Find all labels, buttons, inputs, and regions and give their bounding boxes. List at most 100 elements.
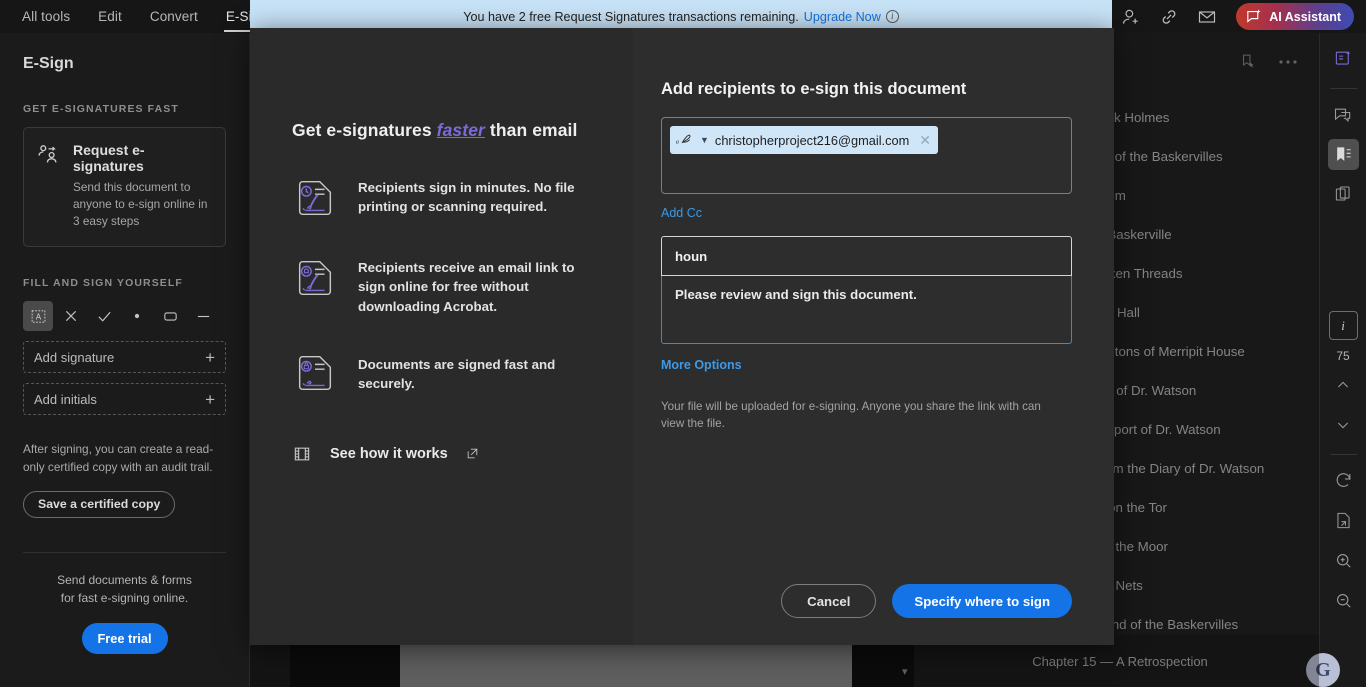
certified-copy-note: After signing, you can create a read-onl… (23, 442, 214, 474)
promo-item-text: Recipients sign in minutes. No file prin… (358, 180, 575, 215)
add-initials-label: Add initials (34, 391, 97, 407)
comment-icon[interactable] (1328, 99, 1359, 130)
video-icon (292, 444, 312, 464)
doc-lock-sign-icon (292, 350, 338, 396)
add-signature-label: Add signature (34, 349, 115, 365)
upload-disclaimer: Your file will be uploaded for e-signing… (661, 400, 1041, 431)
link-icon[interactable] (1158, 6, 1180, 28)
more-options-link[interactable]: More Options (661, 358, 742, 372)
modal-promo-panel: Get e-signatures faster than email Recip… (250, 28, 633, 645)
sidebar-divider (23, 551, 226, 553)
svg-text:a: a (676, 138, 679, 145)
rotate-icon[interactable] (1328, 465, 1359, 496)
subject-value: houn (675, 248, 708, 264)
request-signatures-icon (36, 142, 61, 230)
see-how-it-works-label: See how it works (330, 445, 448, 462)
tab-convert[interactable]: Convert (136, 0, 212, 33)
add-initials-row[interactable]: Add initials + (23, 383, 226, 416)
bookmark-panel-icon[interactable] (1327, 139, 1359, 170)
ai-assistant-button[interactable]: AI Assistant (1236, 3, 1354, 30)
e-sign-sidebar: E-Sign GET E-SIGNATURES FAST Request e-s… (0, 33, 250, 687)
tab-convert-label: Convert (149, 9, 198, 24)
external-link-icon (466, 447, 479, 460)
ai-assistant-panel-icon[interactable] (1328, 43, 1359, 74)
page-title: E-Sign (23, 55, 74, 72)
promo-heading-before: Get e-signatures (292, 120, 437, 140)
sidebar-promo-text: Send documents & forms for fast e-signin… (23, 571, 226, 607)
copy-pages-icon[interactable] (1328, 179, 1359, 210)
promo-line-1: Send documents & forms (57, 572, 192, 587)
promo-item-text: Documents are signed fast and securely. (358, 357, 556, 392)
acrobat-window: All tools Edit Convert E-Sign You have 2… (0, 0, 1366, 687)
properties-info-button[interactable]: i (1328, 311, 1358, 340)
fit-page-icon[interactable] (1328, 505, 1359, 536)
add-initials-plus-icon[interactable]: + (205, 391, 215, 408)
free-trial-button[interactable]: Free trial (81, 622, 168, 654)
recipients-input[interactable]: a ▼ christopherproject216@gmail.com ✕ (661, 117, 1072, 194)
modal-action-row: Cancel Specify where to sign (781, 584, 1072, 618)
rectangle-tool[interactable] (155, 301, 185, 331)
fill-sign-tool-row: A (23, 301, 226, 332)
add-cc-link[interactable]: Add Cc (661, 206, 702, 220)
rail-divider-top (1329, 88, 1357, 89)
specify-where-to-sign-button[interactable]: Specify where to sign (892, 584, 1072, 618)
promo-line-2: for fast e-signing online. (60, 590, 189, 605)
cancel-button[interactable]: Cancel (781, 584, 877, 618)
see-how-it-works-link[interactable]: See how it works (292, 444, 603, 464)
promo-heading-emphasis: faster (436, 120, 485, 140)
zoom-in-icon[interactable] (1328, 545, 1359, 576)
top-right-icon-cluster: AI Assistant (1120, 0, 1360, 33)
chevron-up-icon[interactable] (1328, 369, 1359, 400)
ai-assistant-label: AI Assistant (1269, 9, 1341, 24)
chevron-down-icon[interactable] (1328, 409, 1359, 440)
request-card-title: Request e-signatures (73, 142, 145, 174)
modal-form-panel: Add recipients to e-sign this document a… (633, 28, 1114, 645)
mail-icon[interactable] (1196, 6, 1218, 28)
request-card-subtitle: Send this document to anyone to e-sign o… (73, 180, 208, 229)
tab-edit-label: Edit (98, 9, 122, 24)
subject-input[interactable]: houn (661, 236, 1072, 276)
add-signature-plus-icon[interactable]: + (205, 349, 215, 366)
section-header-get-signatures: GET E-SIGNATURES FAST (23, 103, 179, 115)
signer-role-icon[interactable]: a (675, 133, 694, 148)
promo-item: Recipients sign in minutes. No file prin… (292, 175, 603, 221)
promo-heading-after: than email (484, 120, 578, 140)
svg-text:A: A (35, 312, 41, 321)
recipient-email: christopherproject216@gmail.com (714, 132, 910, 148)
doc-clock-sign-icon (292, 175, 338, 221)
promo-item: Documents are signed fast and securely. (292, 350, 603, 396)
tab-edit[interactable]: Edit (84, 0, 136, 33)
dot-tool[interactable] (122, 301, 152, 331)
tab-all-tools-label: All tools (22, 9, 71, 24)
add-signature-row[interactable]: Add signature + (23, 341, 226, 374)
message-input[interactable]: Please review and sign this document. (661, 276, 1072, 344)
right-rail: i 75 (1319, 33, 1366, 687)
section-header-fill-sign: FILL AND SIGN YOURSELF (23, 277, 183, 290)
modal-title: Add recipients to e-sign this document (661, 80, 967, 98)
remove-recipient-icon[interactable]: ✕ (919, 132, 931, 149)
recipient-chip[interactable]: a ▼ christopherproject216@gmail.com ✕ (670, 126, 939, 154)
main-menu-tabs: All tools Edit Convert E-Sign (0, 0, 281, 33)
check-mark-tool[interactable] (89, 301, 119, 331)
upgrade-now-link[interactable]: Upgrade Now (804, 10, 881, 24)
add-person-icon[interactable] (1120, 6, 1142, 28)
info-icon[interactable]: i (885, 10, 899, 23)
zoom-level-label: 75 (1336, 349, 1350, 363)
line-tool[interactable] (188, 301, 218, 331)
doc-bell-sign-icon (292, 255, 338, 301)
cross-mark-tool[interactable] (56, 301, 86, 331)
rail-divider-bottom (1329, 454, 1357, 455)
request-e-signatures-card[interactable]: Request e-signatures Send this document … (23, 127, 226, 248)
promo-item: Recipients receive an email link to sign… (292, 255, 603, 316)
ai-sparkle-chat-icon (1245, 8, 1262, 25)
tab-all-tools[interactable]: All tools (8, 0, 84, 33)
promo-heading: Get e-signatures faster than email (292, 120, 603, 141)
save-certified-copy-button[interactable]: Save a certified copy (23, 490, 176, 518)
banner-text: You have 2 free Request Signatures trans… (463, 9, 799, 24)
zoom-out-icon[interactable] (1328, 585, 1359, 616)
message-value: Please review and sign this document. (675, 287, 917, 302)
chevron-down-icon[interactable]: ▼ (700, 135, 709, 145)
text-box-tool[interactable]: A (23, 301, 53, 332)
promo-item-text: Recipients receive an email link to sign… (358, 260, 575, 314)
request-signatures-modal: Get e-signatures faster than email Recip… (250, 28, 1114, 645)
